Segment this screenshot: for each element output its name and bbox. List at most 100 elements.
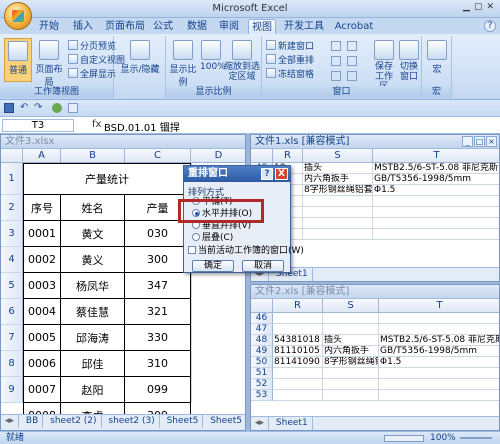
grid-cell[interactable]: GB/T5356-1998/5mm <box>379 346 499 357</box>
side-by-side-icon[interactable] <box>346 41 357 51</box>
grid-cell[interactable]: 插头 <box>323 335 379 346</box>
table-cell[interactable]: 0002 <box>23 247 61 273</box>
column-header[interactable]: A <box>23 149 61 163</box>
table-cell[interactable]: 0006 <box>23 351 61 377</box>
table-cell[interactable]: 030 <box>125 221 191 247</box>
active-workbook-checkbox[interactable]: 当前活动工作簿的窗口(W) <box>188 246 304 257</box>
column-header[interactable]: R <box>273 299 323 313</box>
row-header[interactable]: 49 <box>251 346 273 357</box>
column-header[interactable]: D <box>191 149 245 163</box>
grid-cell[interactable] <box>379 390 499 401</box>
column-header[interactable]: R <box>273 149 303 163</box>
table-cell[interactable]: 蔡佳慧 <box>61 299 125 325</box>
name-box[interactable]: T3 <box>2 119 74 132</box>
sheet-tab[interactable]: BB <box>22 415 44 428</box>
table-cell[interactable]: 330 <box>125 325 191 351</box>
row-header[interactable]: 5 <box>1 273 23 299</box>
quick-tool2-icon[interactable] <box>68 103 78 113</box>
grid-cell[interactable] <box>273 324 323 335</box>
tab-home[interactable]: 开始 <box>36 19 62 34</box>
column-header[interactable]: T <box>379 299 499 313</box>
grid-cell[interactable]: 8字形钢丝绳铝套 <box>323 357 379 368</box>
zoom-100-button[interactable]: 100% <box>200 40 226 72</box>
grid-cell[interactable] <box>373 207 499 218</box>
quick-tool-icon[interactable] <box>52 103 62 113</box>
grid-cell[interactable] <box>373 218 499 229</box>
sheet-tab[interactable]: Sheet5 <box>206 415 245 428</box>
grid-cell[interactable]: GB/T5356-1998/5mm <box>373 174 499 185</box>
tab-review[interactable]: 审阅 <box>216 19 242 34</box>
reset-position-icon[interactable] <box>346 71 357 81</box>
grid-cell[interactable] <box>379 379 499 390</box>
zoom-slider[interactable] <box>460 437 492 439</box>
sheet-tab[interactable]: Sheet5 <box>163 415 204 428</box>
new-window-button[interactable]: 新建窗口 <box>266 40 314 53</box>
column-header[interactable]: B <box>61 149 125 163</box>
grid-cell[interactable] <box>323 390 379 401</box>
row-header[interactable]: 3 <box>1 221 23 247</box>
column-header[interactable]: C <box>125 149 191 163</box>
grid-cell[interactable] <box>373 196 499 207</box>
switch-windows-button[interactable]: 切换窗口 <box>396 40 422 82</box>
formula-input[interactable]: BSD.01.01 锢捍 <box>104 119 180 134</box>
unhide-icon[interactable] <box>331 71 341 81</box>
grid-cell[interactable] <box>273 390 323 401</box>
header-cell[interactable]: 序号 <box>23 195 61 221</box>
zoom-button[interactable]: 显示比例 <box>168 40 198 88</box>
row-header[interactable]: 2 <box>1 195 23 221</box>
row-header[interactable]: 7 <box>1 325 23 351</box>
sheet-tab[interactable]: sheet2 (3) <box>104 415 160 428</box>
grid-cell[interactable] <box>273 368 323 379</box>
grid-cell[interactable]: MSTB2.5/6-ST-5.08 菲尼克斯 <box>379 335 499 346</box>
close-icon[interactable]: × <box>486 136 497 147</box>
select-all-corner[interactable] <box>251 299 273 313</box>
row-header[interactable]: 1 <box>1 163 23 195</box>
office-button[interactable] <box>4 2 32 30</box>
table-cell[interactable]: 赵阳 <box>61 377 125 403</box>
maximize-icon[interactable]: □ <box>474 136 485 147</box>
grid-cell[interactable] <box>323 324 379 335</box>
grid-cell[interactable] <box>323 313 379 324</box>
grid-cell[interactable] <box>373 229 499 240</box>
table-cell[interactable]: 杨凤华 <box>61 273 125 299</box>
tab-formulas[interactable]: 公式 <box>150 19 176 34</box>
grid-cell[interactable]: 内六角扳手 <box>303 174 373 185</box>
arrange-all-button[interactable]: 全部重排 <box>266 54 314 67</box>
tab-nav-icon[interactable]: ◂▸ <box>251 417 270 430</box>
column-header[interactable]: S <box>323 299 379 313</box>
freeze-panes-button[interactable]: 冻结窗格 <box>266 68 314 81</box>
row-header[interactable]: 46 <box>251 313 273 324</box>
page-break-preview-button[interactable]: 分页预览 <box>68 40 116 53</box>
window-title-file1[interactable]: 文件1.xls [兼容模式] _ □ × <box>251 135 499 149</box>
sheet-tab[interactable]: sheet2 (2) <box>46 415 102 428</box>
grid-cell[interactable]: 81110105 <box>273 346 323 357</box>
grid-cell[interactable] <box>303 218 373 229</box>
ok-button[interactable]: 确定 <box>192 260 234 272</box>
grid-cell[interactable] <box>323 368 379 379</box>
tab-insert[interactable]: 插入 <box>70 19 96 34</box>
table-cell[interactable]: 0003 <box>23 273 61 299</box>
grid-cell[interactable] <box>273 313 323 324</box>
window-file2[interactable]: 文件2.xls [兼容模式] R S T 46 47 48 54381018 插头 MST… <box>250 284 500 431</box>
full-screen-button[interactable]: 全屏显示 <box>68 68 116 81</box>
grid-cell[interactable] <box>303 196 373 207</box>
table-cell[interactable]: 310 <box>125 351 191 377</box>
grid-cell[interactable]: 54381018 <box>273 335 323 346</box>
row-header[interactable]: 48 <box>251 335 273 346</box>
column-header[interactable]: T <box>373 149 499 163</box>
table-cell[interactable]: 0001 <box>23 221 61 247</box>
grid-cell[interactable]: 81141090 <box>273 357 323 368</box>
grid-cell[interactable] <box>303 229 373 240</box>
table-cell[interactable]: 0004 <box>23 299 61 325</box>
grid-cell[interactable]: 插头 <box>303 163 373 174</box>
redo-icon[interactable]: ↷ <box>34 102 42 113</box>
table-cell[interactable]: 邱佳 <box>61 351 125 377</box>
grid-cell[interactable] <box>379 324 499 335</box>
select-all-corner[interactable] <box>251 149 273 163</box>
table-cell[interactable]: 黄义 <box>61 247 125 273</box>
tab-nav-icon[interactable]: ◂▸ <box>1 415 20 428</box>
row-header[interactable]: 53 <box>251 390 273 401</box>
grid-cell[interactable] <box>303 207 373 218</box>
header-cell[interactable]: 姓名 <box>61 195 125 221</box>
table-title-cell[interactable]: 产量统计 <box>23 163 191 195</box>
